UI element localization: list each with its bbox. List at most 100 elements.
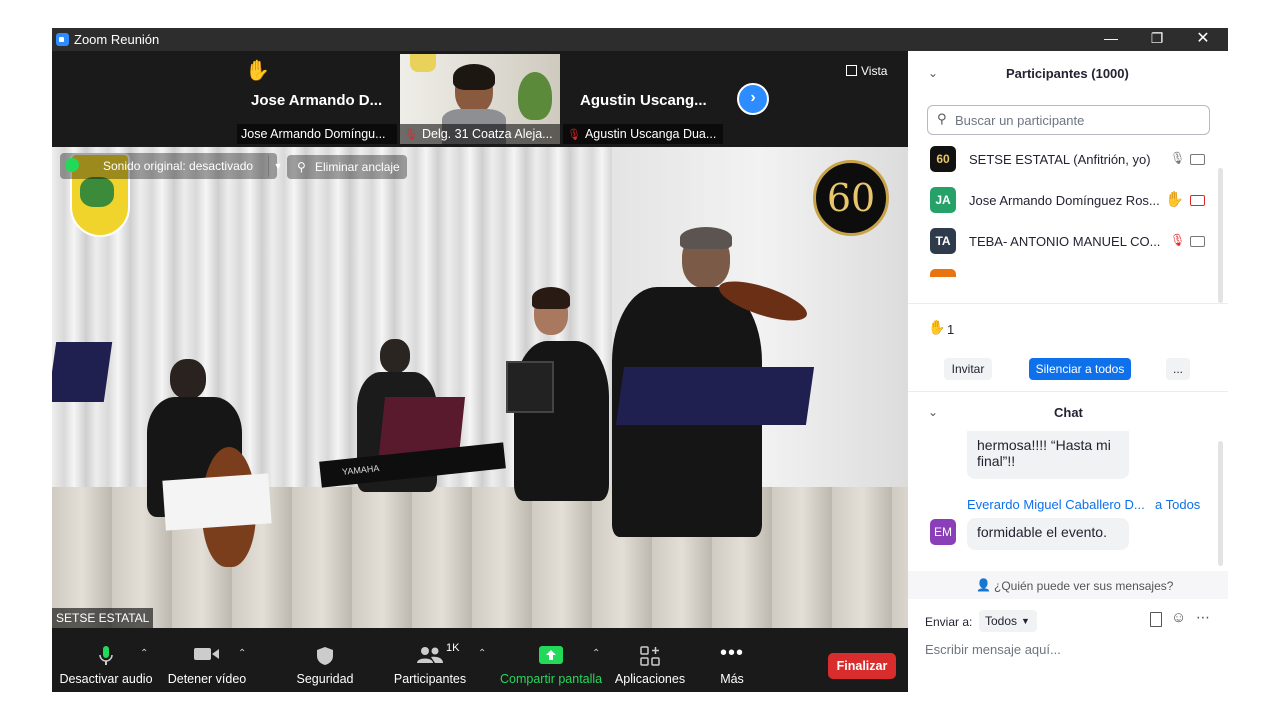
main-video: YAMAHA 60 Sonido original: desactivado ▼… xyxy=(52,147,908,628)
thumb-caption: Jose Armando Domíngu... xyxy=(241,127,386,141)
share-screen-button[interactable]: Compartir pantalla xyxy=(500,628,602,692)
security-button[interactable]: Seguridad xyxy=(288,628,362,692)
chevron-down-icon[interactable]: ▼ xyxy=(268,155,287,177)
violin-stand xyxy=(615,367,815,425)
participant-row[interactable]: JA Jose Armando Domínguez Ros... ✋ xyxy=(930,187,1210,217)
chat-sender[interactable]: Everardo Miguel Caballero D... xyxy=(967,497,1145,512)
raised-hand-icon: ✋ xyxy=(1165,191,1184,208)
speaker-label: SETSE ESTATAL xyxy=(52,608,154,628)
privacy-notice[interactable]: 👤 ¿Quién puede ver sus mensajes? xyxy=(908,571,1228,599)
muted-mic-icon: 🎙 xyxy=(567,129,581,141)
search-icon: ⚲ xyxy=(937,111,947,126)
video-camera-icon[interactable] xyxy=(1190,236,1205,247)
video-options-caret-icon[interactable]: ⌃ xyxy=(238,648,246,659)
pin-icon: ⚲ xyxy=(297,160,306,174)
thumb-big-name: Jose Armando D... xyxy=(251,92,383,109)
more-button[interactable]: ••• Más xyxy=(708,628,756,692)
chat-message: formidable el evento. xyxy=(967,518,1129,550)
video-stage: ✋ Jose Armando D... Jose Armando Domíngu… xyxy=(52,51,908,628)
participants-options-caret-icon[interactable]: ⌃ xyxy=(478,648,486,659)
anniversary-badge: 60 xyxy=(813,160,889,236)
avatar: TA xyxy=(930,228,956,254)
microphone-icon xyxy=(99,646,113,665)
send-to-dropdown[interactable]: Todos ▼ xyxy=(979,610,1037,632)
emoji-icon[interactable]: ☺ xyxy=(1171,609,1186,626)
violinist-hair xyxy=(680,227,732,249)
meeting-toolbar: Desactivar audio ⌃ Detener vídeo ⌃ Segur… xyxy=(52,628,908,692)
shield-check-icon xyxy=(65,158,79,172)
video-off-icon[interactable] xyxy=(1190,195,1205,206)
minimize-icon[interactable]: — xyxy=(1088,28,1134,51)
thumbnail-strip: ✋ Jose Armando D... Jose Armando Domíngu… xyxy=(52,51,908,147)
chat-recipient: a Todos xyxy=(1155,497,1201,512)
grid-icon xyxy=(846,65,857,76)
collapse-chat-chevron-icon[interactable]: ⌄ xyxy=(928,405,938,419)
left-stand xyxy=(52,342,113,402)
title-bar: Zoom Reunión — ❐ ✕ xyxy=(52,28,1228,51)
restore-icon[interactable]: ❐ xyxy=(1134,28,1180,51)
thumb-caption: Agustin Uscanga Dua... xyxy=(584,127,717,141)
participant-search-input[interactable]: ⚲ Buscar un participante xyxy=(927,105,1210,135)
pianist-head xyxy=(380,339,410,373)
zoom-logo-icon xyxy=(56,33,69,46)
raised-hand-icon: ✋ xyxy=(928,319,946,335)
close-icon[interactable]: ✕ xyxy=(1180,28,1226,51)
singer-hair xyxy=(532,287,570,309)
video-camera-icon[interactable] xyxy=(1190,154,1205,165)
participant-row[interactable]: TA TEBA- ANTONIO MANUEL CO... 🎙 xyxy=(930,228,1210,258)
apps-button[interactable]: Aplicaciones xyxy=(614,628,686,692)
mute-all-button[interactable]: Silenciar a todos xyxy=(1029,358,1131,380)
share-options-caret-icon[interactable]: ⌃ xyxy=(592,648,600,659)
mute-button[interactable]: Desactivar audio xyxy=(58,628,154,692)
avatar: JA xyxy=(930,187,956,213)
more-options-button[interactable]: ... xyxy=(1166,358,1190,380)
end-meeting-button[interactable]: Finalizar xyxy=(828,653,896,679)
apps-icon xyxy=(640,646,660,666)
raised-hands-count: 1 xyxy=(947,322,955,337)
chat-input[interactable]: Escribir mensaje aquí... xyxy=(925,642,1215,662)
thumbnail-agustin[interactable]: Agustin Uscang... 🎙 Agustin Uscanga Dua..… xyxy=(563,54,723,144)
music-sheet xyxy=(162,473,272,531)
chevron-down-icon: ▼ xyxy=(1021,616,1030,626)
audio-notice[interactable]: Sonido original: desactivado ▼ xyxy=(60,153,282,179)
chat-message: hermosa!!!! “Hasta mi final”!! xyxy=(967,431,1129,479)
participants-button[interactable]: 1K Participantes xyxy=(390,628,470,692)
muted-mic-icon[interactable]: 🎙 xyxy=(1170,233,1185,247)
thumb-big-name: Agustin Uscang... xyxy=(580,92,707,109)
video-camera-icon xyxy=(194,648,219,660)
participants-title: Participantes (1000) xyxy=(1006,66,1129,81)
lock-person-icon: 👤 xyxy=(976,578,991,592)
thumb-caption: Delg. 31 Coatza Aleja... xyxy=(421,127,553,141)
audio-options-caret-icon[interactable]: ⌃ xyxy=(140,648,148,659)
collapse-participants-chevron-icon[interactable]: ⌄ xyxy=(928,66,938,80)
chat-scrollbar[interactable] xyxy=(1218,441,1223,566)
next-page-icon[interactable]: › xyxy=(737,83,769,115)
tablet-stand xyxy=(506,361,554,413)
avatar: 60 xyxy=(930,146,956,172)
stop-video-button[interactable]: Detener vídeo xyxy=(162,628,252,692)
zoom-window: Zoom Reunión — ❐ ✕ ✋ Jose Armando D... J… xyxy=(52,28,1228,692)
shield-icon xyxy=(317,647,333,665)
participants-scrollbar[interactable] xyxy=(1218,168,1223,303)
cellist-head xyxy=(170,359,206,399)
avatar xyxy=(930,269,956,277)
thumbnail-jose[interactable]: ✋ Jose Armando D... Jose Armando Domíngu… xyxy=(237,54,397,144)
music-stand xyxy=(378,397,466,455)
participants-icon xyxy=(417,647,443,663)
chat-title: Chat xyxy=(1054,405,1083,420)
setse-logo-map xyxy=(80,177,114,207)
muted-mic-icon: 🎙 xyxy=(404,129,418,141)
participant-row[interactable]: 60 SETSE ESTATAL (Anfitrión, yo) 🎙 xyxy=(930,146,1210,176)
view-button[interactable]: Vista xyxy=(846,64,887,78)
thumbnail-delg31[interactable]: 🎙 Delg. 31 Coatza Aleja... xyxy=(400,54,560,144)
microphone-icon[interactable]: 🎙 xyxy=(1170,151,1185,165)
side-panel: ⌄ Participantes (1000) ⚲ Buscar un parti… xyxy=(908,51,1228,692)
more-options-icon[interactable]: ⋯ xyxy=(1196,609,1210,626)
window-title: Zoom Reunión xyxy=(74,32,160,47)
send-to-label: Enviar a: xyxy=(925,615,973,629)
file-icon[interactable] xyxy=(1150,612,1162,627)
invite-button[interactable]: Invitar xyxy=(944,358,992,380)
share-screen-icon xyxy=(539,646,563,664)
raised-hand-icon: ✋ xyxy=(245,60,270,82)
unpin-button[interactable]: ⚲ Eliminar anclaje xyxy=(287,155,407,179)
